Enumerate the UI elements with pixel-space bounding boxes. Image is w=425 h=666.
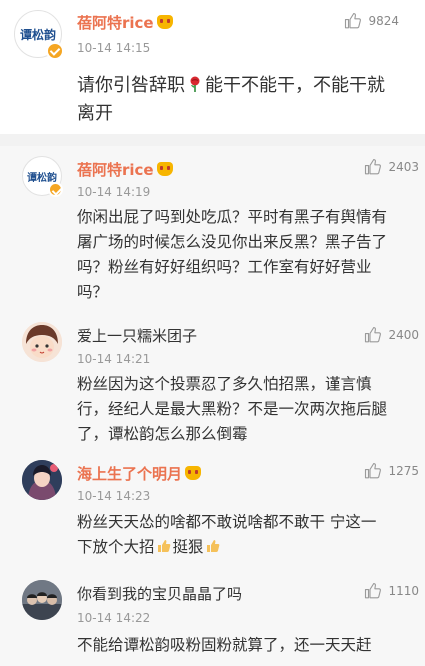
comment-time: 10-14 14:19 [77, 185, 151, 199]
comment-text: 粉丝因为这个投票忍了多久怕招黑，谨言慎 行，经纪人是最大黑粉？不是一次两次拖后腿… [77, 375, 388, 443]
reply-item: 谭松韵 蓓阿特rice 10-14 14:19 2403 你闲出屁了吗到处吃瓜？… [0, 146, 425, 314]
verified-badge-icon [48, 182, 63, 197]
like-count: 2403 [388, 160, 419, 174]
like-button[interactable]: 9824 [344, 12, 399, 30]
thumbs-up-icon [365, 462, 382, 479]
like-button[interactable]: 1275 [364, 462, 419, 480]
thumbs-up-emoji-icon [206, 540, 219, 552]
anime-character-avatar-icon [22, 460, 62, 500]
username[interactable]: 你看到我的宝贝晶晶了吗 [77, 583, 242, 604]
vip-crown-icon [185, 466, 202, 480]
thumbs-up-icon [365, 158, 382, 175]
comment-time: 10-14 14:21 [77, 352, 151, 366]
avatar-logo-text: 谭松韵 [27, 172, 57, 184]
user-avatar[interactable] [22, 322, 62, 362]
group-photo-avatar-icon [22, 580, 62, 620]
reply-item: 你看到我的宝贝晶晶了吗 10-14 14:22 1110 不能给谭松韵吸粉固粉就… [0, 570, 425, 666]
cartoon-girl-avatar-icon [22, 322, 62, 362]
like-count: 2400 [388, 328, 419, 342]
reply-item: 海上生了个明月 10-14 14:23 1275 粉丝天天怂的啥都不敢说啥都不敢… [0, 452, 425, 570]
rose-emoji-icon [190, 76, 200, 92]
like-count: 1275 [388, 464, 419, 478]
user-avatar[interactable] [22, 460, 62, 500]
comment-time: 10-14 14:15 [77, 41, 151, 55]
comment-text: 你闲出屁了吗到处吃瓜？平时有黑子有舆情有 屠广场的时候怎么没见你出来反黑？黑子告… [77, 208, 388, 301]
like-count: 9824 [368, 14, 399, 28]
like-count: 1110 [388, 584, 419, 598]
username[interactable]: 爱上一只糯米团子 [77, 325, 197, 346]
comment-page: 谭松韵 蓓阿特rice 10-14 14:15 9824 请你引咎辞职 能干不能… [0, 0, 425, 666]
username[interactable]: 蓓阿特rice [77, 12, 173, 33]
thumbs-up-emoji-icon [157, 540, 170, 552]
username[interactable]: 海上生了个明月 [77, 463, 202, 484]
like-button[interactable]: 2403 [364, 158, 419, 176]
comment-time: 10-14 14:23 [77, 489, 151, 503]
reply-list: 谭松韵 蓓阿特rice 10-14 14:19 2403 你闲出屁了吗到处吃瓜？… [0, 146, 425, 666]
user-avatar[interactable] [22, 580, 62, 620]
main-comment: 谭松韵 蓓阿特rice 10-14 14:15 9824 请你引咎辞职 能干不能… [0, 0, 425, 134]
like-button[interactable]: 1110 [364, 582, 419, 600]
verified-badge-icon [46, 42, 64, 60]
vip-crown-icon [156, 162, 173, 176]
comment-text: 粉丝天天怂的啥都不敢说啥都不敢干 宁这一 下放个大招 挺狠 [77, 513, 377, 556]
reply-item: 爱上一只糯米团子 10-14 14:21 2400 粉丝因为这个投票忍了多久怕招… [0, 314, 425, 452]
avatar-logo-text: 谭松韵 [19, 27, 56, 42]
section-divider [0, 134, 425, 146]
thumbs-up-icon [345, 12, 362, 29]
comment-text: 不能给谭松韵吸粉固粉就算了，还一天天赶 [77, 636, 372, 654]
thumbs-up-icon [365, 582, 382, 599]
comment-text: 请你引咎辞职 能干不能干，不能干就 离开 [77, 75, 385, 124]
vip-crown-icon [156, 15, 173, 29]
thumbs-up-icon [365, 326, 382, 343]
comment-time: 10-14 14:22 [77, 611, 151, 625]
username[interactable]: 蓓阿特rice [77, 159, 173, 180]
like-button[interactable]: 2400 [364, 326, 419, 344]
